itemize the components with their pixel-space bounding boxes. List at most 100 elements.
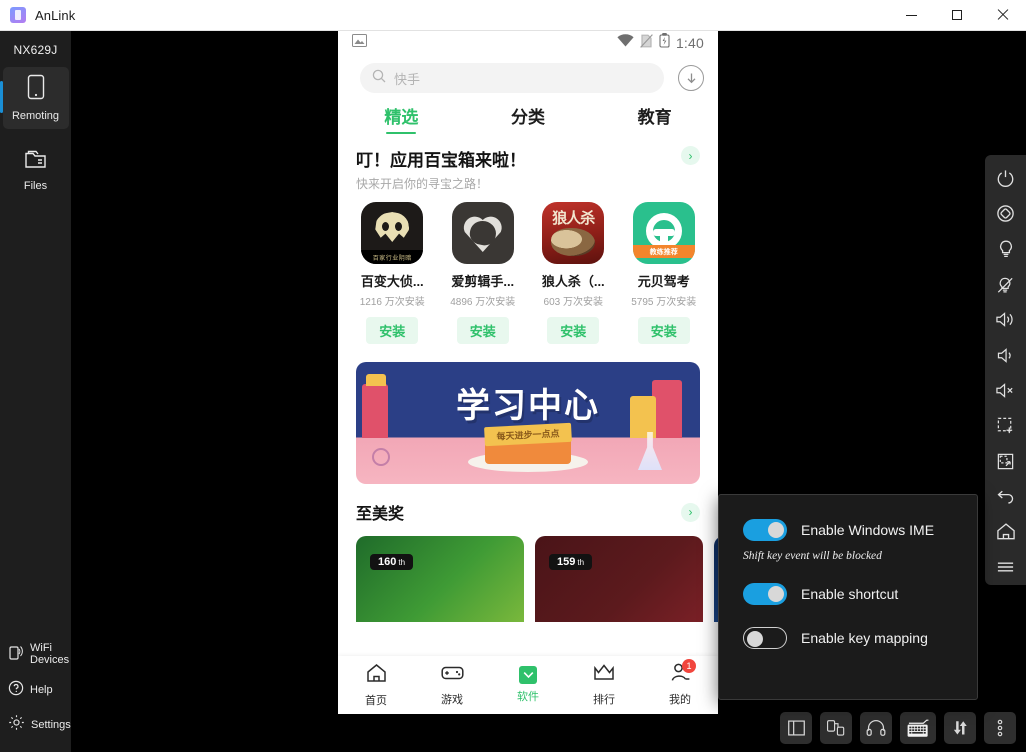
maximize-icon xyxy=(952,10,962,20)
bottom-nav-label: 游戏 xyxy=(441,693,463,706)
sidebar-item-help[interactable]: Help xyxy=(0,680,71,701)
option-row-shortcut[interactable]: Enable shortcut xyxy=(743,583,977,605)
app-list-row: 百家行业阴暗 百变大侦... 1216 万次安装 安装 爱剪辑手... 4896… xyxy=(338,192,718,344)
wifi-icon xyxy=(617,34,634,52)
anlink-logo-icon xyxy=(10,7,26,23)
promo-text-group: 叮！应用百宝箱来啦！ 快来开启你的寻宝之路！ xyxy=(356,146,526,192)
app-name: 爱剪辑手... xyxy=(451,274,515,289)
banner-title: 学习中心 xyxy=(456,387,600,425)
layout-panel-icon[interactable] xyxy=(780,712,812,744)
phone-status-bar: 1:40 xyxy=(338,28,718,58)
sim-off-icon xyxy=(640,33,653,53)
award-card[interactable]: 159th xyxy=(535,536,703,622)
app-name: 百变大侦... xyxy=(360,274,424,289)
promo-more-button[interactable]: › xyxy=(681,146,700,165)
option-label: Enable Windows IME xyxy=(801,522,935,538)
option-label: Enable shortcut xyxy=(801,586,899,602)
app-card[interactable]: 百家行业阴暗 百变大侦... 1216 万次安装 安装 xyxy=(352,202,433,344)
phone-bottom-nav: 首页 游戏 软件 排行 1 我的 xyxy=(338,656,718,714)
tab-jiaoyu[interactable]: 教育 xyxy=(591,103,718,134)
minimize-icon xyxy=(905,14,917,16)
tab-label: 精选 xyxy=(384,108,419,127)
bottom-nav-label: 软件 xyxy=(517,691,539,703)
aijianji-app-icon xyxy=(451,202,514,264)
app-card[interactable]: 爱剪辑手... 4896 万次安装 安装 xyxy=(443,202,524,344)
app-card[interactable]: 教练推荐 元贝驾考 5795 万次安装 安装 xyxy=(624,202,705,344)
power-icon[interactable] xyxy=(985,161,1026,196)
search-input[interactable]: 快手 xyxy=(360,63,664,93)
transfer-icon[interactable] xyxy=(944,712,976,744)
sidebar-item-files[interactable]: Files xyxy=(3,139,69,201)
sidebar-item-settings[interactable]: Settings xyxy=(0,714,71,736)
app-install-count: 603 万次安装 xyxy=(543,297,603,308)
option-row-windows-ime[interactable]: Enable Windows IME xyxy=(743,519,977,541)
keyboard-icon[interactable] xyxy=(900,712,936,744)
home-icon[interactable] xyxy=(985,514,1026,549)
sidebar-bottom-group: WiFi Devices Help Settings xyxy=(0,642,71,752)
beast-art xyxy=(551,228,596,256)
app-name: 元贝驾考 xyxy=(637,274,690,289)
promo-subtitle: 快来开启你的寻宝之路！ xyxy=(356,177,489,191)
award-card[interactable]: 160th xyxy=(356,536,524,622)
icon-title-art: 狼人杀 xyxy=(552,210,595,227)
baibian-app-icon: 百家行业阴暗 xyxy=(361,202,424,264)
app-install-count: 4896 万次安装 xyxy=(450,297,516,308)
install-button[interactable]: 安装 xyxy=(366,317,419,344)
volume-mute-icon[interactable] xyxy=(985,373,1026,408)
app-install-count: 1216 万次安装 xyxy=(359,297,425,308)
tab-label: 教育 xyxy=(637,108,672,127)
headphones-icon[interactable] xyxy=(860,712,892,744)
tab-fenlei[interactable]: 分类 xyxy=(465,103,592,134)
bottom-nav-games[interactable]: 游戏 xyxy=(414,664,490,707)
mask-art xyxy=(375,212,410,242)
flashlight-off-icon[interactable] xyxy=(985,267,1026,302)
toggle-knob xyxy=(768,522,784,538)
rank-suffix: th xyxy=(577,558,585,567)
toggle-shortcut[interactable] xyxy=(743,583,787,605)
image-icon xyxy=(352,34,367,52)
crown-icon xyxy=(593,663,615,687)
toggle-key-mapping[interactable] xyxy=(743,627,787,649)
phone-mirror-screen[interactable]: 1:40 快手 精选 分类 教育 叮！应用百宝箱来啦！ 快来开启你的寻宝之路！ … xyxy=(338,28,718,714)
icon-ribbon: 教练推荐 xyxy=(632,245,695,258)
sidebar-bottom-label: Help xyxy=(30,684,53,697)
app-card[interactable]: 狼人杀 狼人杀（... 603 万次安装 安装 xyxy=(533,202,614,344)
volume-up-icon[interactable] xyxy=(985,302,1026,337)
more-vertical-icon[interactable] xyxy=(984,712,1016,744)
toggle-windows-ime[interactable] xyxy=(743,519,787,541)
maximize-button[interactable] xyxy=(934,0,980,31)
install-button[interactable]: 安装 xyxy=(547,317,600,344)
back-icon[interactable] xyxy=(985,479,1026,514)
battery-charging-icon xyxy=(659,33,670,53)
device-name: NX629J xyxy=(13,43,58,57)
close-button[interactable] xyxy=(980,0,1026,31)
sidebar-item-label: Files xyxy=(23,179,48,192)
rotate-screen-icon[interactable] xyxy=(985,196,1026,231)
sidebar-item-remoting[interactable]: Remoting xyxy=(0,67,69,129)
bottom-nav-ranking[interactable]: 排行 xyxy=(566,663,642,707)
device-link-icon[interactable] xyxy=(820,712,852,744)
home-icon xyxy=(366,663,387,688)
screenshot-region-icon[interactable] xyxy=(985,408,1026,443)
minimize-button[interactable] xyxy=(888,0,934,31)
install-button[interactable]: 安装 xyxy=(456,317,509,344)
sidebar-item-wifi-devices[interactable]: WiFi Devices xyxy=(0,642,71,667)
option-row-key-mapping[interactable]: Enable key mapping xyxy=(743,627,977,649)
screen-record-icon[interactable] xyxy=(985,444,1026,479)
learning-center-banner[interactable]: 学习中心 每天进步一点点 xyxy=(356,362,700,484)
bottom-nav-home[interactable]: 首页 xyxy=(338,663,414,708)
award-card-row: 160th 159th xyxy=(338,524,718,622)
tab-jingxuan[interactable]: 精选 xyxy=(338,103,465,134)
menu-icon[interactable] xyxy=(985,550,1026,585)
chevron-right-icon: › xyxy=(688,505,693,519)
install-button[interactable]: 安装 xyxy=(637,317,690,344)
bottom-nav-software[interactable]: 软件 xyxy=(490,666,566,704)
keyboard-settings-popup: Enable Windows IME Shift key event will … xyxy=(718,494,978,700)
award-more-button[interactable]: › xyxy=(681,502,700,522)
close-icon xyxy=(997,9,1009,21)
anlink-window: AnLink NX629J Remoting Files WiFi Device… xyxy=(0,0,1026,752)
download-circle-icon[interactable] xyxy=(678,65,704,91)
bottom-nav-mine[interactable]: 1 我的 xyxy=(642,659,718,707)
flashlight-on-icon[interactable] xyxy=(985,232,1026,267)
volume-down-icon[interactable] xyxy=(985,338,1026,373)
